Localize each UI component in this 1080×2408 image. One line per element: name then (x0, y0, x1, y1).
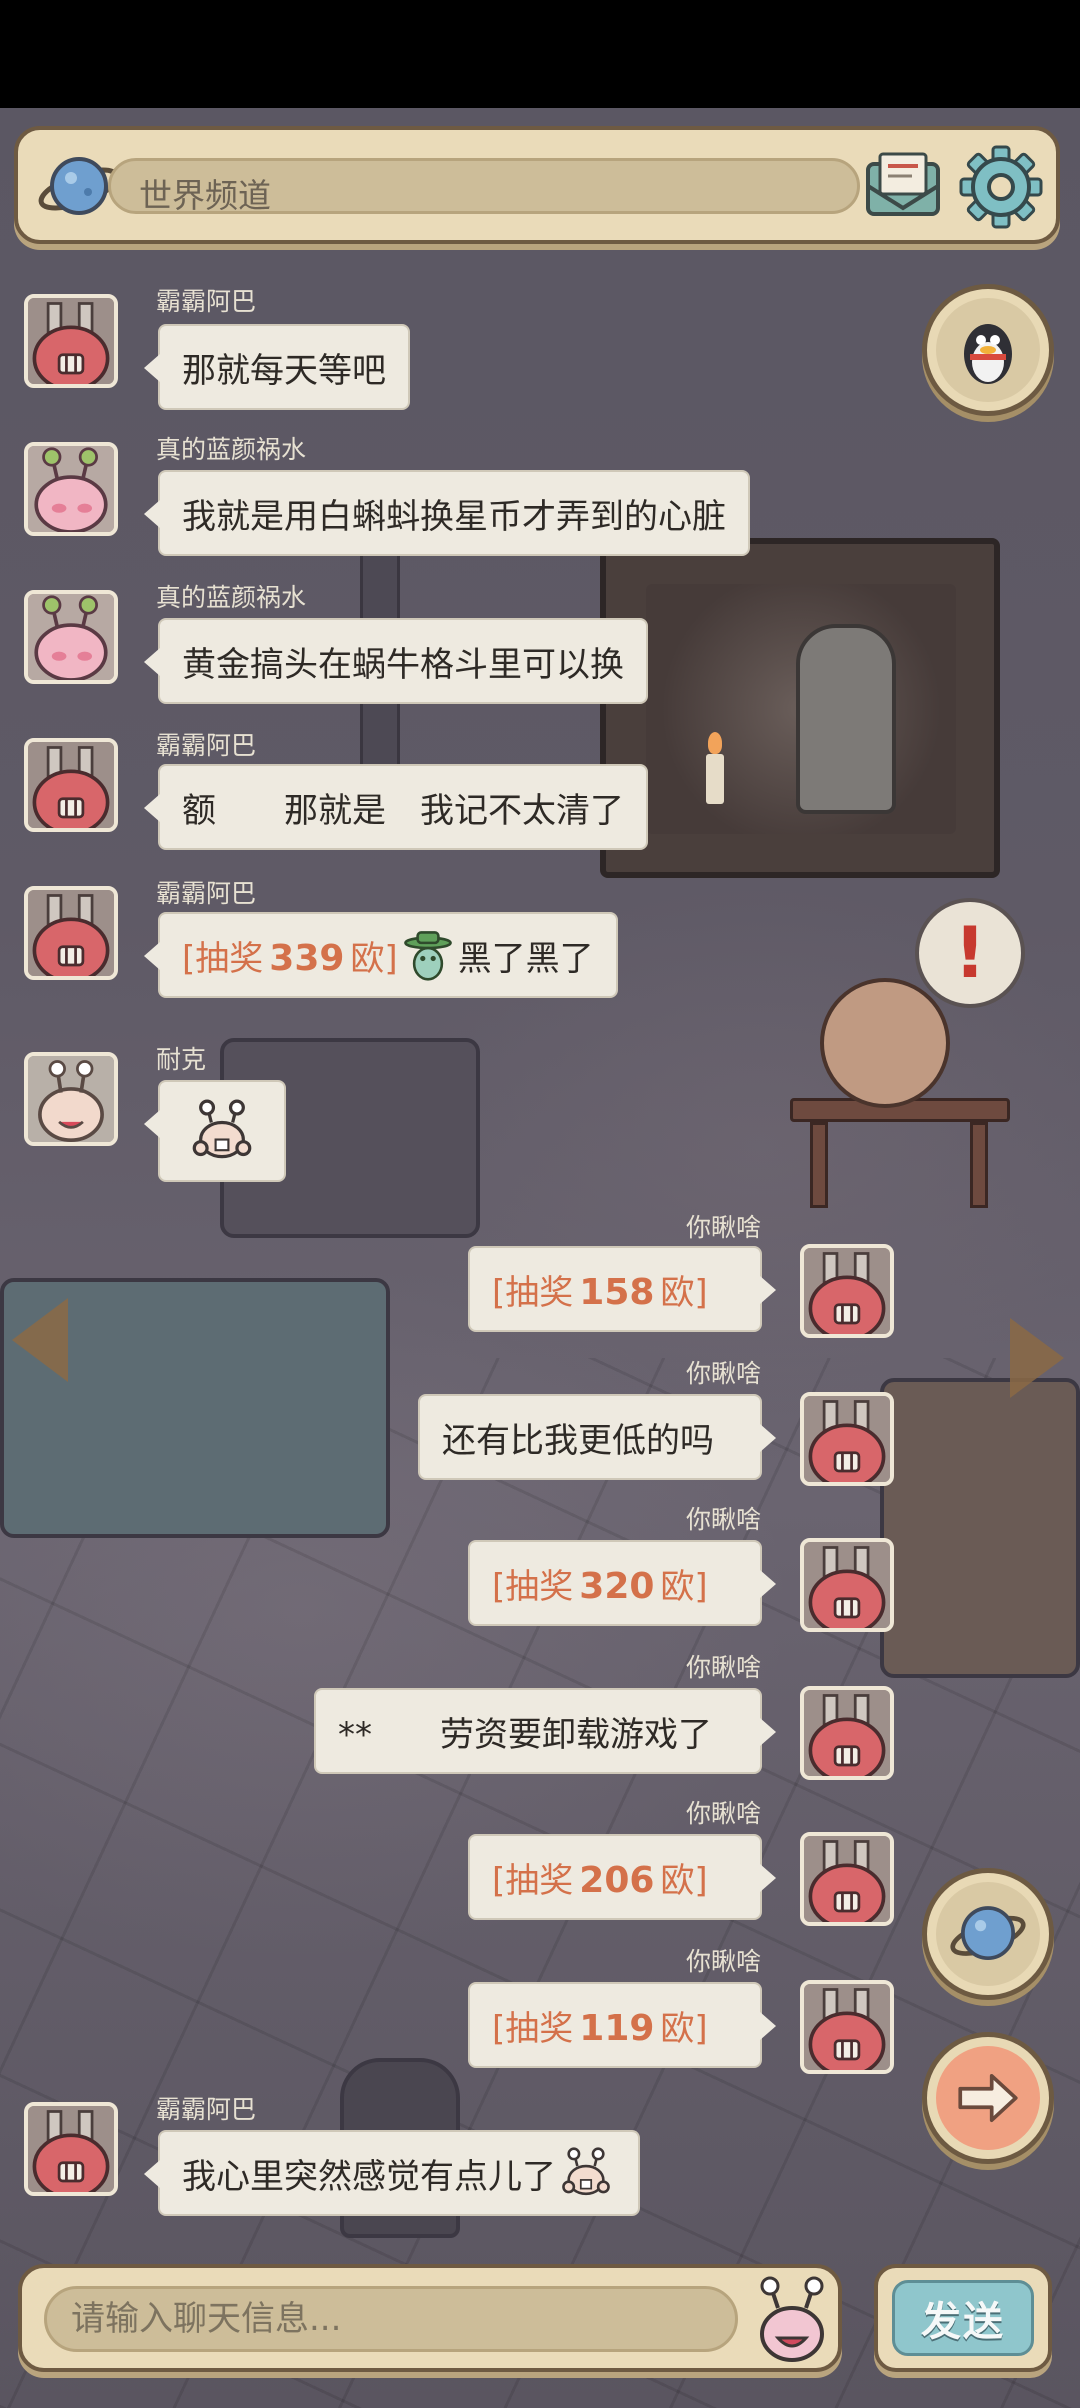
avatar[interactable] (800, 1392, 894, 1486)
planet-icon (950, 1906, 1026, 1961)
lottery-amount: 320 (579, 1565, 655, 1607)
lottery-result[interactable]: [抽奖 119 欧] (492, 2001, 708, 2050)
lottery-result[interactable]: [抽奖 206 欧] (492, 1853, 708, 1902)
lottery-result[interactable]: [抽奖 158 欧] (492, 1265, 708, 1314)
lottery-suffix: 欧] (350, 938, 398, 979)
avatar[interactable] (800, 1832, 894, 1926)
message-bubble: 我就是用白蝌蚪换星币才弄到的心脏 (144, 470, 750, 556)
exclamation-icon[interactable]: ! (915, 898, 1025, 1008)
avatar[interactable] (24, 442, 118, 536)
chat-header: 世界频道 (14, 126, 1060, 244)
lottery-prefix: [抽奖 (492, 2008, 574, 2049)
sender-name: 你瞅啥 (686, 1799, 762, 1828)
sender-name: 霸霸阿巴 (156, 287, 257, 316)
crab-emoji-icon (560, 2147, 612, 2199)
arrow-right-icon[interactable] (1010, 1318, 1064, 1398)
message-bubble: 那就每天等吧 (144, 324, 410, 410)
lottery-amount: 339 (269, 937, 345, 979)
message-bubble[interactable]: [抽奖 339 欧] 黑了黑了 (144, 912, 618, 998)
message-bubble: ** 劳资要卸载游戏了 (314, 1688, 776, 1774)
avatar[interactable] (800, 1538, 894, 1632)
lottery-amount: 206 (579, 1859, 655, 1901)
avatar[interactable] (24, 294, 118, 388)
sender-name: 你瞅啥 (686, 1653, 762, 1682)
penguin-icon (964, 324, 1012, 384)
message-bubble[interactable]: [抽奖 320 欧] (468, 1540, 776, 1626)
chat-input-bar: 请输入聊天信息... (18, 2264, 842, 2372)
avatar[interactable] (24, 1052, 118, 1146)
message-bubble (144, 1080, 286, 1182)
lottery-prefix: [抽奖 (492, 1566, 574, 1607)
sender-name: 霸霸阿巴 (156, 2095, 257, 2124)
sender-name: 你瞅啥 (686, 1947, 762, 1976)
message-bubble: 我心里突然感觉有点儿了 (144, 2130, 640, 2216)
shrine-prop (600, 538, 1000, 878)
arrow-right-icon (958, 2073, 1018, 2123)
chat-input[interactable]: 请输入聊天信息... (44, 2286, 738, 2352)
lottery-suffix: 欧] (660, 1566, 708, 1607)
sender-name: 耐克 (156, 1045, 207, 1074)
lottery-amount: 119 (579, 2007, 655, 2049)
lottery-amount: 158 (579, 1271, 655, 1313)
avatar[interactable] (800, 1686, 894, 1780)
message-bubble[interactable]: [抽奖 158 欧] (468, 1246, 776, 1332)
lottery-result[interactable]: [抽奖 320 欧] (492, 1559, 708, 1608)
avatar[interactable] (24, 590, 118, 684)
avatar[interactable] (24, 886, 118, 980)
qq-button[interactable] (922, 284, 1054, 416)
sender-name: 真的蓝颜祸水 (156, 435, 307, 464)
status-bar (0, 0, 1080, 108)
sender-name: 你瞅啥 (686, 1505, 762, 1534)
green-hat-emoji-icon (402, 929, 454, 981)
message-text: 黑了黑了 (457, 938, 594, 979)
sender-name: 你瞅啥 (686, 1359, 762, 1388)
lottery-suffix: 欧] (660, 1272, 708, 1313)
avatar[interactable] (24, 2102, 118, 2196)
sender-name: 你瞅啥 (686, 1213, 762, 1242)
sender-name: 真的蓝颜祸水 (156, 583, 307, 612)
mail-icon[interactable] (862, 146, 944, 228)
sender-name: 霸霸阿巴 (156, 731, 257, 760)
message-bubble[interactable]: [抽奖 206 欧] (468, 1834, 776, 1920)
lottery-prefix: [抽奖 (492, 1860, 574, 1901)
gear-icon[interactable] (958, 144, 1044, 230)
lottery-suffix: 欧] (660, 1860, 708, 1901)
statue-prop (796, 624, 896, 814)
message-text: 我心里突然感觉有点儿了 (182, 2156, 556, 2197)
candle-prop (706, 754, 724, 804)
world-channel-button[interactable] (922, 1868, 1054, 2000)
lottery-prefix: [抽奖 (492, 1272, 574, 1313)
send-label: 发送 (892, 2280, 1034, 2356)
message-bubble[interactable]: [抽奖 119 欧] (468, 1982, 776, 2068)
lottery-result[interactable]: [抽奖 339 欧] (182, 931, 398, 980)
machine-prop (880, 1378, 1080, 1678)
message-bubble: 黄金搞头在蜗牛格斗里可以换 (144, 618, 648, 704)
message-bubble: 额 那就是 我记不太清了 (144, 764, 648, 850)
candle-flame (708, 732, 722, 754)
send-button[interactable]: 发送 (874, 2264, 1052, 2372)
avatar[interactable] (800, 1244, 894, 1338)
avatar[interactable] (24, 738, 118, 832)
arrow-left-icon[interactable] (12, 1298, 68, 1382)
lottery-suffix: 欧] (660, 2008, 708, 2049)
sender-name: 霸霸阿巴 (156, 879, 257, 908)
message-bubble: 还有比我更低的吗 (418, 1394, 776, 1480)
lottery-prefix: [抽奖 (182, 938, 264, 979)
channel-selector[interactable]: 世界频道 (108, 158, 860, 215)
cracked-egg-prop (820, 978, 950, 1108)
channel-label: 世界频道 (139, 176, 271, 215)
next-button[interactable] (922, 2032, 1054, 2164)
avatar[interactable] (800, 1980, 894, 2074)
emoji-icon[interactable] (748, 2274, 836, 2366)
crab-emoji-icon (190, 1099, 254, 1163)
